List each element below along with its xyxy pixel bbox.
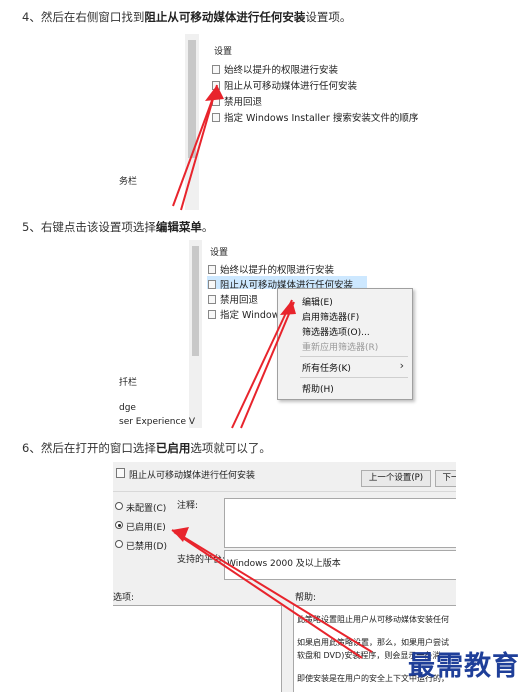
supported-on-label: 支持的平台: xyxy=(177,555,226,565)
menu-item-all-tasks[interactable]: 所有任务(K) xyxy=(302,361,351,374)
radio-not-configured[interactable] xyxy=(115,502,123,510)
left-pane-partial-label: ser Experience V xyxy=(119,417,195,427)
policy-icon xyxy=(212,97,220,106)
radio-label-disabled: 已禁用(D) xyxy=(126,542,167,552)
options-pane xyxy=(113,605,282,692)
step-5-text: 5、右键点击该设置项选择编辑菜单。 xyxy=(22,220,214,234)
watermark-logo: 最需教育 xyxy=(408,651,520,682)
menu-separator xyxy=(300,356,408,357)
left-pane-partial-label: 务栏 xyxy=(119,177,138,187)
policy-icon xyxy=(212,81,220,90)
screenshot-2-context-menu: 扦栏 dge ser Experience V 设置 始终以提升的权限进行安装 … xyxy=(119,240,447,428)
dialog-title: 阻止从可移动媒体进行任何安装 xyxy=(129,471,256,481)
scrollbar-thumb[interactable] xyxy=(192,246,199,356)
menu-item-help[interactable]: 帮助(H) xyxy=(302,382,334,395)
previous-setting-button[interactable]: 上一个设置(P) xyxy=(361,470,431,487)
policy-icon xyxy=(212,113,220,122)
left-pane-partial-label: 扦栏 xyxy=(119,378,138,388)
settings-header: 设置 xyxy=(214,47,233,57)
setting-item[interactable]: 禁用回退 xyxy=(212,94,262,108)
setting-item[interactable]: 始终以提升的权限进行安装 xyxy=(212,62,338,76)
radio-enabled[interactable] xyxy=(115,521,123,529)
menu-item-reapply-filter[interactable]: 重新应用筛选器(R) xyxy=(302,340,378,353)
title-divider xyxy=(113,491,456,492)
dialog-title-icon xyxy=(116,468,125,478)
setting-item[interactable]: 阻止从可移动媒体进行任何安装 xyxy=(212,78,357,92)
options-label: 选项: xyxy=(113,593,135,603)
menu-separator xyxy=(300,377,408,378)
policy-icon xyxy=(208,265,216,274)
help-text-line: 此策略设置阻止用户从可移动媒体安装任何 xyxy=(297,615,449,624)
policy-icon xyxy=(208,280,216,289)
next-setting-button[interactable]: 下一 xyxy=(435,470,456,487)
menu-item-enable-filter[interactable]: 启用筛选器(F) xyxy=(302,310,359,323)
policy-icon xyxy=(212,65,220,74)
setting-item[interactable]: 指定 Windows xyxy=(208,307,284,321)
radio-disabled[interactable] xyxy=(115,540,123,548)
scrollbar-thumb[interactable] xyxy=(188,40,196,158)
policy-icon xyxy=(208,295,216,304)
radio-label-enabled: 已启用(E) xyxy=(126,523,166,533)
menu-item-filter-options[interactable]: 筛选器选项(O)... xyxy=(302,325,370,338)
comment-textarea[interactable] xyxy=(224,498,456,548)
comment-label: 注释: xyxy=(177,501,199,511)
policy-icon xyxy=(208,310,216,319)
help-label: 帮助: xyxy=(295,593,317,603)
left-pane-partial-label: dge xyxy=(119,403,136,413)
screenshot-1-settings-list: 务栏 设置 始终以提升的权限进行安装 阻止从可移动媒体进行任何安装 禁用回退 指… xyxy=(119,34,447,210)
setting-item[interactable]: 禁用回退 xyxy=(208,292,258,306)
step-6-text: 6、然后在打开的窗口选择已启用选项就可以了。 xyxy=(22,441,271,455)
supported-on-value: Windows 2000 及以上版本 xyxy=(227,559,341,569)
submenu-arrow-icon: › xyxy=(399,359,404,372)
setting-item[interactable]: 指定 Windows Installer 搜索安装文件的顺序 xyxy=(212,110,418,124)
setting-item[interactable]: 始终以提升的权限进行安装 xyxy=(208,262,334,276)
step-4-text: 4、然后在右侧窗口找到阻止从可移动媒体进行任何安装设置项。 xyxy=(22,10,352,24)
screenshot-3-policy-dialog: 阻止从可移动媒体进行任何安装 上一个设置(P) 下一 未配置(C) 已启用(E)… xyxy=(113,462,456,692)
radio-label-not-configured: 未配置(C) xyxy=(126,504,167,514)
menu-item-edit[interactable]: 编辑(E) xyxy=(302,295,333,308)
settings-header: 设置 xyxy=(210,248,229,258)
context-menu: 编辑(E) 启用筛选器(F) 筛选器选项(O)... 重新应用筛选器(R) 所有… xyxy=(277,288,413,400)
